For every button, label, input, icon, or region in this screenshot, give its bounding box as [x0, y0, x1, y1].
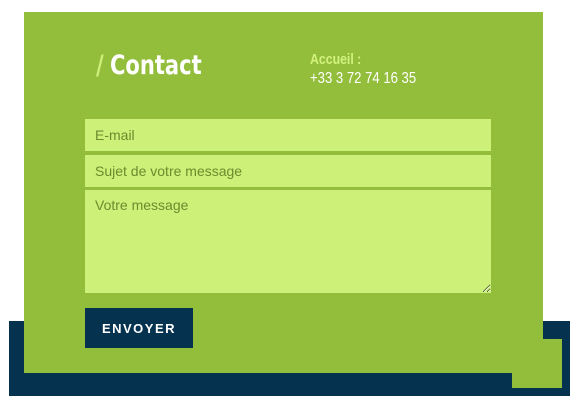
page-title: / Contact	[96, 48, 202, 84]
email-field[interactable]	[85, 119, 491, 151]
corner-square	[512, 339, 562, 388]
message-field[interactable]	[85, 190, 491, 293]
submit-button[interactable]: ENVOYER	[85, 308, 193, 348]
contact-card: /Contact Accueil : +33 3 72 74 16 35 ENV…	[24, 12, 543, 373]
phone-number[interactable]: +33 3 72 74 16 35	[310, 69, 416, 88]
title-text: Contact	[109, 50, 202, 81]
title-slash: /	[96, 50, 104, 81]
phone-block: Accueil : +33 3 72 74 16 35	[310, 50, 416, 88]
subject-field[interactable]	[85, 155, 491, 187]
phone-label: Accueil :	[310, 51, 362, 68]
